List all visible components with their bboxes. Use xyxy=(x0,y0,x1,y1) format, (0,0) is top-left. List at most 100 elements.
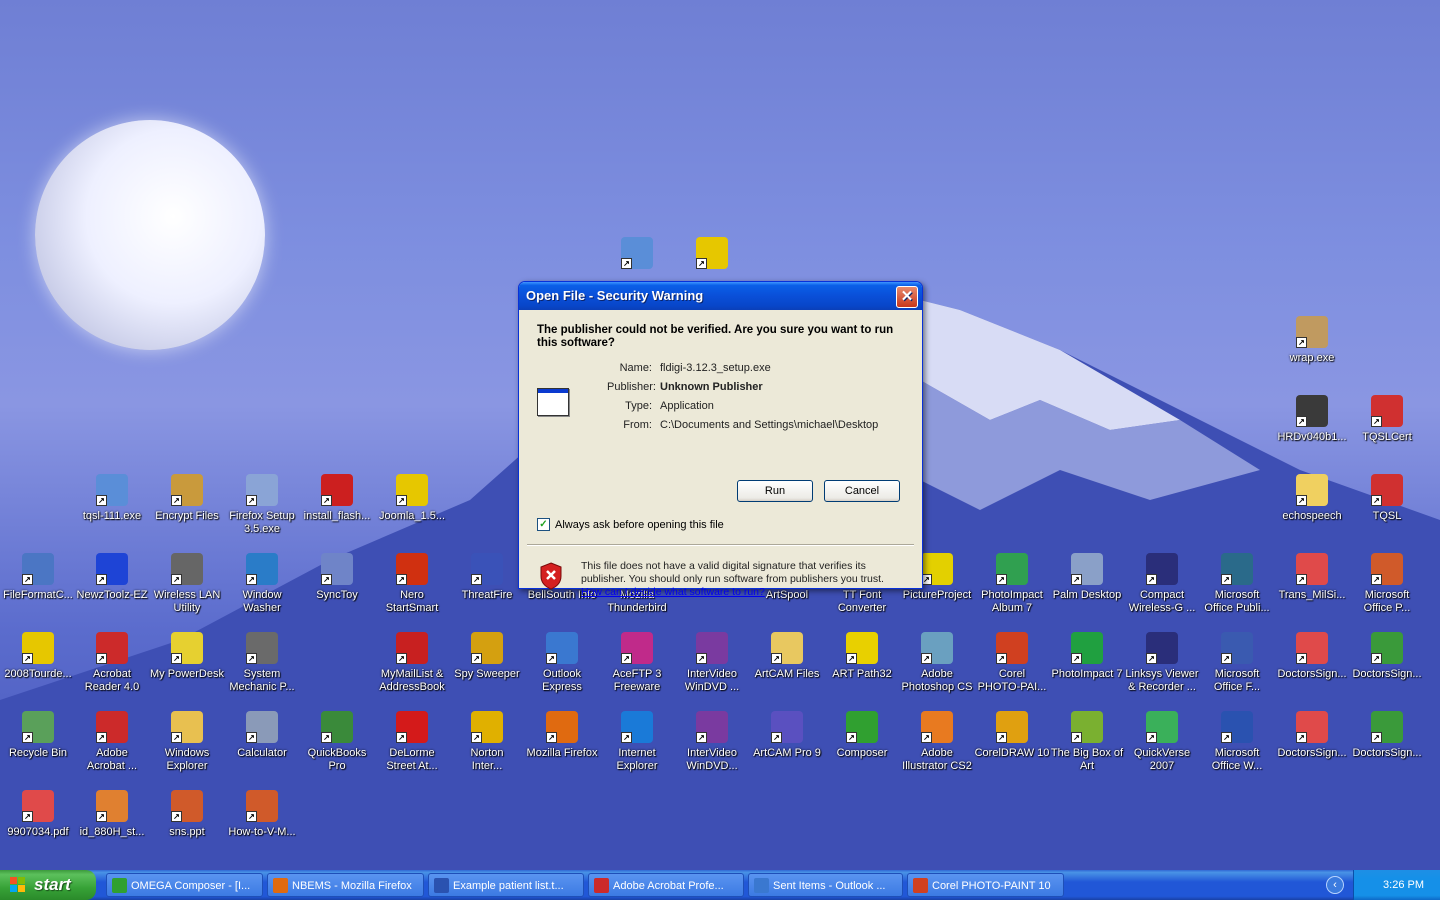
desktop-icon[interactable]: ↗ PhotoImpact 7 xyxy=(1049,632,1125,681)
desktop-icon[interactable]: ↗ Encrypt Files xyxy=(149,474,225,523)
desktop-icon[interactable]: ↗ Spy Sweeper xyxy=(449,632,525,681)
desktop-icon[interactable]: ↗ MyMailList & AddressBook xyxy=(374,632,450,694)
desktop-icon[interactable]: ↗ ArtCAM Pro 9 xyxy=(749,711,825,760)
desktop-icon[interactable]: ↗ FileFormatC... xyxy=(0,553,76,602)
desktop-icon[interactable]: ↗ Microsoft Office W... xyxy=(1199,711,1275,773)
always-ask-option[interactable]: ✓ Always ask before opening this file xyxy=(537,518,724,531)
desktop-icon[interactable]: ↗ Norton Inter... xyxy=(449,711,525,773)
dialog-titlebar[interactable]: Open File - Security Warning ✕ xyxy=(519,282,922,310)
desktop-icon[interactable]: ↗ Internet Explorer xyxy=(599,711,675,773)
desktop-icon[interactable]: ↗ TQSLCert xyxy=(1349,395,1425,444)
shortcut-arrow-icon: ↗ xyxy=(321,574,332,585)
zip-icon: ↗ xyxy=(22,632,54,664)
desktop-icon[interactable]: ↗ Linksys Viewer & Recorder ... xyxy=(1124,632,1200,694)
desktop-icon-label: ArtCAM Files xyxy=(754,668,820,680)
desktop-icon[interactable]: ↗ xyxy=(599,237,675,273)
desktop-icon[interactable]: ↗ ART Path32 xyxy=(824,632,900,681)
close-button[interactable]: ✕ xyxy=(896,286,918,308)
desktop-icon[interactable]: ↗ Window Washer xyxy=(224,553,300,615)
desktop-icon[interactable]: ↗ id_880H_st... xyxy=(74,790,150,839)
shortcut-arrow-icon: ↗ xyxy=(771,653,782,664)
desktop-icon[interactable]: ↗ install_flash... xyxy=(299,474,375,523)
desktop-icon[interactable]: ↗ CorelDRAW 10 xyxy=(974,711,1050,760)
desktop-icon[interactable]: ↗ QuickVerse 2007 xyxy=(1124,711,1200,773)
desktop-icon[interactable]: ↗ NewzToolz-EZ xyxy=(74,553,150,602)
desktop-icon-label: SyncToy xyxy=(316,589,358,601)
desktop-icon[interactable]: ↗ Outlook Express xyxy=(524,632,600,694)
ball-icon: ↗ xyxy=(171,553,203,585)
cancel-button[interactable]: Cancel xyxy=(824,480,900,502)
desktop-icon-label: sns.ppt xyxy=(169,826,205,838)
desktop-icon[interactable]: ↗ Windows Explorer xyxy=(149,711,225,773)
desktop-icon-label: Nero StartSmart xyxy=(385,589,439,614)
mail-icon: ↗ xyxy=(396,632,428,664)
clock[interactable]: 3:26 PM xyxy=(1383,870,1424,900)
desktop-icon[interactable]: ↗ Adobe Illustrator CS2 xyxy=(899,711,975,773)
desktop-icon[interactable]: ↗ ArtCAM Files xyxy=(749,632,825,681)
desktop-icon[interactable]: ↗ Firefox Setup 3.5.exe xyxy=(224,474,300,536)
desktop-icon[interactable]: ↗ The Big Box of Art xyxy=(1049,711,1125,773)
always-ask-checkbox[interactable]: ✓ xyxy=(537,518,550,531)
desktop-icon[interactable]: ↗ Corel PHOTO-PAI... xyxy=(974,632,1050,694)
start-button[interactable]: start xyxy=(0,870,96,900)
desktop-icon[interactable]: ↗ Microsoft Office Publi... xyxy=(1199,553,1275,615)
taskbar-button[interactable]: Sent Items - Outlook ... xyxy=(748,873,903,897)
desktop-icon[interactable]: ↗ DoctorsSign... xyxy=(1274,711,1350,760)
desktop-icon[interactable]: ↗ How-to-V-M... xyxy=(224,790,300,839)
taskbar-button[interactable]: Corel PHOTO-PAINT 10 xyxy=(907,873,1064,897)
desktop-icon[interactable]: ↗ DoctorsSign... xyxy=(1349,632,1425,681)
desktop-icon[interactable]: ↗ sns.ppt xyxy=(149,790,225,839)
taskbar-button[interactable]: OMEGA Composer - [I... xyxy=(106,873,263,897)
desktop-icon[interactable]: ↗ DoctorsSign... xyxy=(1349,711,1425,760)
desktop-icon[interactable]: ↗ Microsoft Office P... xyxy=(1349,553,1425,615)
desktop-icon[interactable]: ↗ QuickBooks Pro xyxy=(299,711,375,773)
desktop-icon[interactable]: ↗ 9907034.pdf xyxy=(0,790,76,839)
desktop-icon-label: Microsoft Office P... xyxy=(1363,589,1411,614)
desktop-icon[interactable]: ↗ Calculator xyxy=(224,711,300,760)
desktop-icon[interactable]: ↗ TQSL xyxy=(1349,474,1425,523)
desktop-icon[interactable]: ↗ Wireless LAN Utility xyxy=(149,553,225,615)
taskbar-button[interactable]: NBEMS - Mozilla Firefox xyxy=(267,873,424,897)
desktop-icon[interactable]: ↗ Mozilla Firefox xyxy=(524,711,600,760)
shortcut-arrow-icon: ↗ xyxy=(246,574,257,585)
desktop-icon[interactable]: ↗ HRDv040b1... xyxy=(1274,395,1350,444)
desktop-icon[interactable]: ↗ Trans_MilSi... xyxy=(1274,553,1350,602)
desktop-icon[interactable]: ↗ AceFTP 3 Freeware xyxy=(599,632,675,694)
desktop-icon[interactable]: ↗ wrap.exe xyxy=(1274,316,1350,365)
desktop-icon[interactable]: ↗ DoctorsSign... xyxy=(1274,632,1350,681)
show-hidden-icons-button[interactable]: ‹ xyxy=(1326,876,1344,894)
desktop-icon[interactable]: ↗ Recycle Bin xyxy=(0,711,76,760)
desktop-icon[interactable]: ↗ SyncToy xyxy=(299,553,375,602)
desktop-icon[interactable]: ↗ PhotoImpact Album 7 xyxy=(974,553,1050,615)
shortcut-arrow-icon: ↗ xyxy=(1371,416,1382,427)
desktop-icon[interactable]: ↗ InterVideo WinDVD ... xyxy=(674,632,750,694)
desktop-icon[interactable]: ↗ Compact Wireless-G ... xyxy=(1124,553,1200,615)
taskbar-button[interactable]: Adobe Acrobat Profe... xyxy=(588,873,744,897)
taskbar: start OMEGA Composer - [I... NBEMS - Mozi… xyxy=(0,870,1440,900)
desktop-icon[interactable]: ↗ Palm Desktop xyxy=(1049,553,1125,602)
desktop-icon[interactable]: ↗ System Mechanic P... xyxy=(224,632,300,694)
desktop-icon[interactable]: ↗ 2008Tourde... xyxy=(0,632,76,681)
outlook-express-icon: ↗ xyxy=(546,632,578,664)
desktop-icon[interactable]: ↗ xyxy=(674,237,750,273)
desktop-icon[interactable]: ↗ ThreatFire xyxy=(449,553,525,602)
help-link[interactable]: How can I decide what software to run? xyxy=(581,586,901,599)
desktop-icon[interactable]: ↗ Composer xyxy=(824,711,900,760)
taskbar-button[interactable]: Example patient list.t... xyxy=(428,873,584,897)
desktop-icon-label: Acrobat Reader 4.0 xyxy=(84,668,140,693)
desktop-icon[interactable]: ↗ InterVideo WinDVD... xyxy=(674,711,750,773)
desktop-icon[interactable]: ↗ tqsl-111.exe xyxy=(74,474,150,523)
desktop-icon[interactable]: ↗ Microsoft Office F... xyxy=(1199,632,1275,694)
desktop-icon[interactable]: ↗ echospeech xyxy=(1274,474,1350,523)
run-button[interactable]: Run xyxy=(737,480,813,502)
taskbar-button-label: Sent Items - Outlook ... xyxy=(773,880,886,892)
shortcut-arrow-icon: ↗ xyxy=(396,653,407,664)
desktop-icon[interactable]: ↗ Adobe Photoshop CS xyxy=(899,632,975,694)
desktop-icon[interactable]: ↗ Adobe Acrobat ... xyxy=(74,711,150,773)
desktop-icon[interactable]: ↗ Joomla_1.5... xyxy=(374,474,450,523)
desktop-icon[interactable]: ↗ My PowerDesk xyxy=(149,632,225,681)
desktop-icon[interactable]: ↗ DeLorme Street At... xyxy=(374,711,450,773)
desktop-icon[interactable]: ↗ Acrobat Reader 4.0 xyxy=(74,632,150,694)
shortcut-arrow-icon: ↗ xyxy=(1071,653,1082,664)
desktop-icon[interactable]: ↗ Nero StartSmart xyxy=(374,553,450,615)
